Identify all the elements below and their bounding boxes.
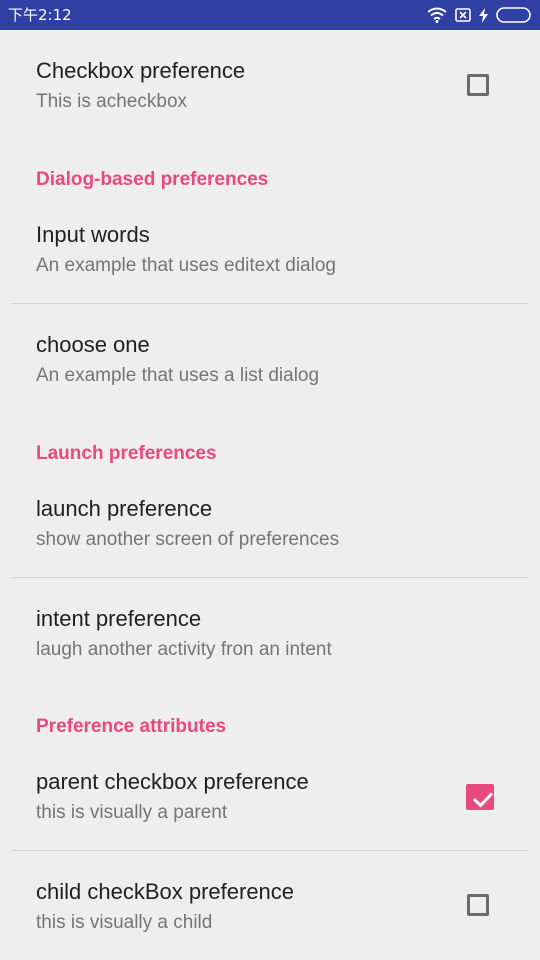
pref-child-checkbox[interactable]: child checkBox preference this is visual… [36, 879, 540, 935]
pref-summary: An example that uses a list dialog [36, 365, 320, 386]
pref-input-words[interactable]: Input words An example that uses editext… [36, 222, 540, 278]
checkbox-unchecked[interactable] [467, 894, 489, 916]
category-launch: Launch preferences [36, 443, 217, 464]
pref-summary: This is acheckbox [36, 91, 188, 112]
checkmark-icon [472, 792, 494, 808]
pref-title: choose one [36, 332, 150, 357]
divider [12, 303, 528, 304]
pref-title: intent preference [36, 606, 202, 631]
category-preference-attributes: Preference attributes [36, 716, 227, 737]
charging-icon [479, 7, 488, 23]
pref-intent[interactable]: intent preference laugh another activity… [36, 606, 540, 662]
pref-title: child checkBox preference [36, 879, 295, 904]
pref-summary: laugh another activity fron an intent [36, 639, 332, 660]
pref-launch[interactable]: launch preference show another screen of… [36, 496, 540, 552]
checkbox-checked[interactable] [466, 784, 494, 810]
pref-choose-one[interactable]: choose one An example that uses a list d… [36, 332, 540, 388]
battery-icon [496, 7, 532, 23]
pref-checkbox[interactable]: Checkbox preference This is acheckbox [36, 58, 540, 114]
pref-title: Input words [36, 222, 150, 247]
category-dialog-based: Dialog-based preferences [36, 169, 269, 190]
status-bar: 下午2:12 [0, 0, 540, 30]
checkbox-unchecked[interactable] [467, 74, 489, 96]
status-icons [427, 6, 532, 24]
sim-icon [455, 8, 471, 22]
pref-summary: An example that uses editext dialog [36, 255, 336, 276]
divider [12, 850, 528, 851]
pref-summary: this is visually a child [36, 912, 213, 933]
pref-summary: show another screen of preferences [36, 529, 340, 550]
wifi-icon [427, 7, 447, 23]
divider [12, 577, 528, 578]
status-time: 下午2:12 [8, 6, 72, 24]
pref-title: Checkbox preference [36, 58, 246, 83]
pref-title: parent checkbox preference [36, 769, 309, 794]
pref-parent-checkbox[interactable]: parent checkbox preference this is visua… [36, 769, 540, 825]
pref-title: launch preference [36, 496, 213, 521]
pref-summary: this is visually a parent [36, 802, 228, 823]
